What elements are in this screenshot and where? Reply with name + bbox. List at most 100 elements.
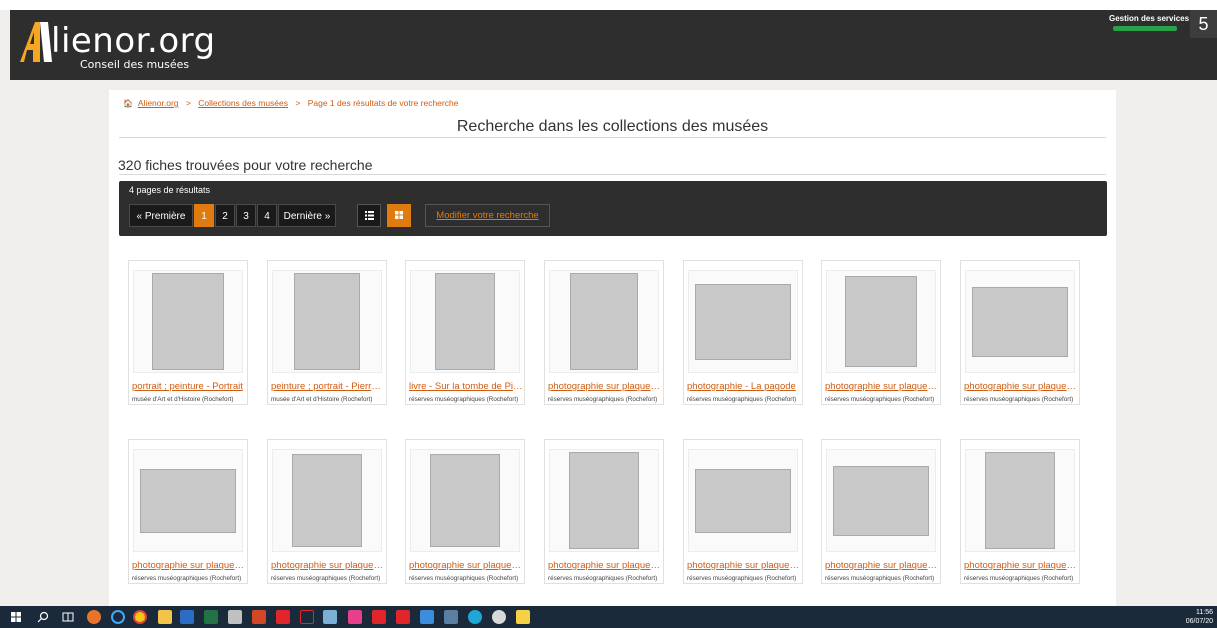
result-thumbnail[interactable] — [272, 449, 382, 552]
result-thumbnail[interactable] — [133, 449, 243, 552]
edge-icon[interactable] — [468, 610, 482, 624]
page-title: Recherche dans les collections des musée… — [456, 118, 769, 135]
result-title-link[interactable]: portrait ; peinture - Portrait — [132, 381, 246, 392]
result-title-link[interactable]: photographie sur plaque de verre — [409, 560, 523, 571]
app-icon[interactable] — [492, 610, 506, 624]
paint-icon[interactable] — [228, 610, 242, 624]
result-thumbnail[interactable] — [549, 270, 659, 373]
result-title-link[interactable]: livre - Sur la tombe de Pierre Loti — [409, 381, 523, 392]
result-card[interactable]: peinture ; portrait - Pierre Loti musée … — [267, 260, 387, 405]
result-title-link[interactable]: photographie sur plaque de verre — [271, 560, 385, 571]
grid-view-icon — [395, 211, 403, 219]
chrome-icon[interactable] — [133, 610, 147, 624]
result-location: musée d'Art et d'Histoire (Rochefort) — [271, 396, 373, 403]
pdf-reader-icon[interactable] — [300, 610, 314, 624]
file-explorer-icon[interactable] — [158, 610, 172, 624]
result-thumbnail[interactable] — [272, 270, 382, 373]
result-title-link[interactable]: photographie sur plaque de verre — [825, 560, 939, 571]
result-location: réserves muséographiques (Rochefort) — [964, 575, 1074, 582]
opera-icon[interactable] — [111, 610, 125, 624]
result-title-link[interactable]: photographie sur plaque de verre — [548, 560, 662, 571]
system-clock[interactable]: 11:56 06/07/20 — [1186, 608, 1213, 626]
result-card[interactable]: photographie - La pagode réserves muséog… — [683, 260, 803, 405]
image-editor-icon[interactable] — [323, 610, 337, 624]
task-view-icon[interactable] — [62, 611, 74, 623]
result-location: réserves muséographiques (Rochefort) — [271, 575, 381, 582]
powerpoint-icon[interactable] — [252, 610, 266, 624]
result-title-link[interactable]: photographie sur plaque de verre — [548, 381, 662, 392]
page-3-button[interactable]: 3 — [236, 204, 256, 227]
result-title-link[interactable]: photographie sur plaque de verre — [964, 381, 1078, 392]
result-title-link[interactable]: photographie - La pagode — [687, 381, 801, 392]
services-widget[interactable]: Gestion des services — [1109, 14, 1189, 31]
windows-start-icon[interactable] — [11, 612, 21, 622]
result-thumbnail[interactable] — [410, 449, 520, 552]
result-title-link[interactable]: photographie sur plaque de verre — [825, 381, 939, 392]
list-view-button[interactable] — [357, 204, 381, 227]
calculator-icon[interactable] — [444, 610, 458, 624]
result-thumbnail[interactable] — [549, 449, 659, 552]
result-location: réserves muséographiques (Rochefort) — [548, 575, 658, 582]
services-progress-bar — [1113, 26, 1177, 31]
result-card[interactable]: photographie sur plaque de verre réserve… — [683, 439, 803, 584]
search-results-card: 🏠 Alienor.org > Collections des musées >… — [109, 90, 1116, 610]
mail-icon[interactable] — [420, 610, 434, 624]
windows-taskbar: 11:56 06/07/20 — [0, 606, 1217, 628]
result-card[interactable]: photographie sur plaque de verre réserve… — [544, 260, 664, 405]
acrobat-icon[interactable] — [276, 610, 290, 624]
page-2-button[interactable]: 2 — [215, 204, 235, 227]
result-title-link[interactable]: photographie sur plaque de verre — [687, 560, 801, 571]
page-4-button[interactable]: 4 — [257, 204, 277, 227]
result-thumbnail[interactable] — [688, 449, 798, 552]
grid-view-button[interactable] — [387, 204, 411, 227]
filezilla-icon[interactable] — [396, 610, 410, 624]
result-title-link[interactable]: peinture ; portrait - Pierre Loti — [271, 381, 385, 392]
breadcrumb-home-link[interactable]: Alienor.org — [138, 98, 179, 108]
result-location: réserves muséographiques (Rochefort) — [687, 396, 797, 403]
result-card[interactable]: photographie sur plaque de verre réserve… — [821, 439, 941, 584]
divider — [119, 137, 1106, 138]
firefox-icon[interactable] — [87, 610, 101, 624]
result-card[interactable]: photographie sur plaque de verre réserve… — [821, 260, 941, 405]
page-1-button[interactable]: 1 — [194, 204, 214, 227]
result-title-link[interactable]: photographie sur plaque de verre — [964, 560, 1078, 571]
pages-count-label: 4 pages de résultats — [129, 185, 211, 195]
results-count: 320 fiches trouvées pour votre recherche — [118, 157, 373, 173]
search-icon[interactable] — [37, 611, 49, 623]
result-card[interactable]: photographie sur plaque de verre réserve… — [405, 439, 525, 584]
result-card[interactable]: portrait ; peinture - Portrait musée d'A… — [128, 260, 248, 405]
result-thumbnail[interactable] — [410, 270, 520, 373]
sticky-notes-icon[interactable] — [516, 610, 530, 624]
browser-top-strip — [0, 0, 1217, 10]
result-thumbnail[interactable] — [965, 270, 1075, 373]
result-thumbnail[interactable] — [965, 449, 1075, 552]
excel-icon[interactable] — [204, 610, 218, 624]
result-thumbnail[interactable] — [133, 270, 243, 373]
result-location: réserves muséographiques (Rochefort) — [409, 575, 519, 582]
app-icon[interactable] — [348, 610, 362, 624]
result-card[interactable]: photographie sur plaque de verre réserve… — [960, 260, 1080, 405]
result-location: musée d'Art et d'Histoire (Rochefort) — [132, 396, 234, 403]
first-page-button[interactable]: « Première — [129, 204, 193, 227]
breadcrumb-separator: > — [185, 98, 191, 108]
word-icon[interactable] — [180, 610, 194, 624]
breadcrumb-collections-link[interactable]: Collections des musées — [198, 98, 288, 108]
result-thumbnail[interactable] — [826, 449, 936, 552]
result-card[interactable]: photographie sur plaque de verre réserve… — [128, 439, 248, 584]
last-page-button[interactable]: Dernière » — [278, 204, 336, 227]
result-thumbnail[interactable] — [826, 270, 936, 373]
breadcrumb-separator: > — [295, 98, 301, 108]
services-count-badge[interactable]: 5 — [1190, 10, 1217, 38]
result-location: réserves muséographiques (Rochefort) — [687, 575, 797, 582]
result-title-link[interactable]: photographie sur plaque de verre — [132, 560, 246, 571]
app-icon[interactable] — [372, 610, 386, 624]
modify-search-button[interactable]: Modifier votre recherche — [425, 204, 550, 227]
result-card[interactable]: livre - Sur la tombe de Pierre Loti rése… — [405, 260, 525, 405]
home-icon[interactable]: 🏠 — [123, 99, 133, 108]
alienor-logo[interactable]: lienor.org Conseil des musées — [18, 20, 218, 72]
result-card[interactable]: photographie sur plaque de verre réserve… — [960, 439, 1080, 584]
result-card[interactable]: photographie sur plaque de verre réserve… — [267, 439, 387, 584]
result-card[interactable]: photographie sur plaque de verre réserve… — [544, 439, 664, 584]
logo-subtitle: Conseil des musées — [80, 58, 190, 71]
result-thumbnail[interactable] — [688, 270, 798, 373]
